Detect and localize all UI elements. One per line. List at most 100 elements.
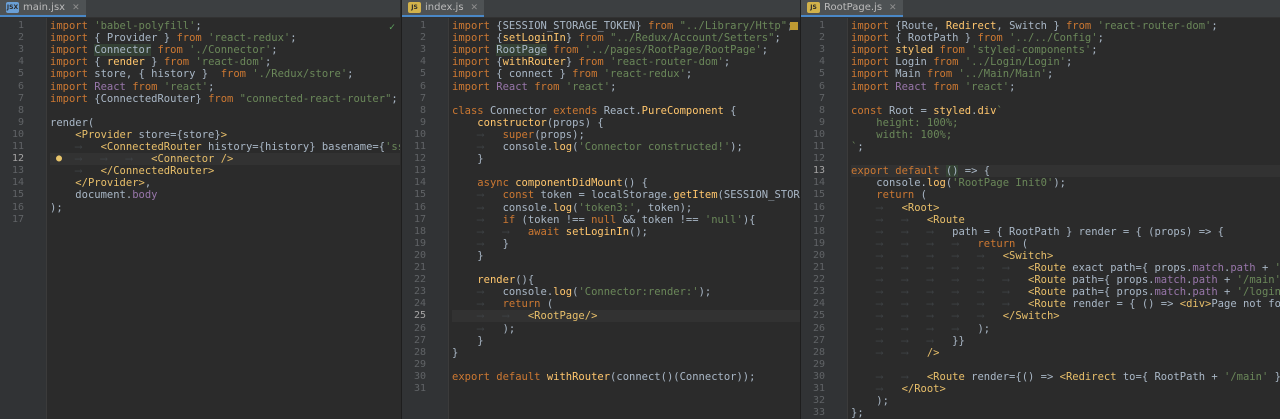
tab-main-jsx[interactable]: JSX main.jsx ✕ xyxy=(0,0,86,17)
code-line[interactable]: import React from 'react'; xyxy=(851,81,1015,93)
code-line[interactable]: document.body xyxy=(50,189,157,201)
code-line[interactable]: import store, { history } from './Redux/… xyxy=(50,68,353,80)
code-token: const xyxy=(851,104,889,117)
editor-pane-main-jsx[interactable]: JSX main.jsx ✕ 1 2 3 4 5 6 7 8 9 10 11 12 13 14 15 16 17… xyxy=(0,0,400,419)
code-line[interactable]: ⟶ ⟶ ⟶ ⟶ ⟶ ⟶ <Route exact path={ props.ma… xyxy=(851,262,1280,274)
code-line[interactable]: } xyxy=(452,153,483,165)
code-line[interactable]: ⟶ return ( xyxy=(452,298,553,310)
code-line[interactable]: ⟶ super(props); xyxy=(452,129,584,141)
code-line[interactable]: import Main from '../Main/Main'; xyxy=(851,68,1053,80)
code-line[interactable]: `; xyxy=(851,141,864,153)
line-number: 28 xyxy=(812,346,825,358)
code-line[interactable]: import { connect } from 'react-redux'; xyxy=(452,68,692,80)
code-line[interactable]: import 'babel-polyfill'; xyxy=(50,20,202,32)
code-line[interactable]: import React from 'react'; xyxy=(50,81,214,93)
code-line[interactable]: ⟶ ⟶ ⟶ ⟶ return ( xyxy=(851,238,1028,250)
code-line[interactable]: import Connector from './Connector'; xyxy=(50,44,278,57)
code-area[interactable]: import 'babel-polyfill'; import { Provide… xyxy=(50,18,400,419)
code-line[interactable]: ⟶ ⟶ /> xyxy=(851,347,939,359)
code-line[interactable]: class Connector extends React.PureCompon… xyxy=(452,105,737,117)
code-line[interactable]: } xyxy=(452,335,483,347)
code-line[interactable]: import { render } from 'react-dom'; xyxy=(50,56,271,68)
code-line[interactable]: ⟶ ⟶ ⟶ path = { RootPath } render = { (pr… xyxy=(851,226,1224,238)
code-line[interactable]: ⟶ ⟶ ⟶ }} xyxy=(851,335,965,347)
code-line[interactable]: import {setLoginIn} from "../Redux/Accou… xyxy=(452,32,781,44)
code-area[interactable]: import {SESSION_STORAGE_TOKEN} from "../… xyxy=(452,18,800,419)
code-token: ⟶ ⟶ ⟶ xyxy=(851,334,953,347)
code-line[interactable]: ⟶ </Root> xyxy=(851,383,946,395)
code-line[interactable]: ⟶ const token = localStorage.getItem(SES… xyxy=(452,189,800,201)
warning-marker-icon xyxy=(790,22,798,30)
code-line[interactable]: ); xyxy=(50,202,63,214)
code-line[interactable]: return ( xyxy=(851,189,927,201)
tab-rootpage-js[interactable]: JS RootPage.js ✕ xyxy=(801,0,903,17)
code-line[interactable]: ⟶ ⟶ ⟶ ⟶ ⟶ ⟶ <Route path={ props.match.pa… xyxy=(851,274,1280,286)
code-token: '/login' xyxy=(1236,286,1280,299)
editor-pane-index-js[interactable]: JS index.js ✕ 1 2 3 4 5 6 7 8 9 10 11 12 13 14 15 16 17 1… xyxy=(401,0,800,419)
code-line[interactable]: import React from 'react'; xyxy=(452,81,616,93)
line-number: 1 xyxy=(818,20,825,31)
code-line[interactable]: ⟶ ⟶ <Route xyxy=(851,214,965,226)
code-line[interactable]: export default () => { xyxy=(851,165,990,178)
code-line[interactable]: width: 100%; xyxy=(851,129,952,141)
code-line[interactable]: import {ConnectedRouter} from "connected… xyxy=(50,93,398,105)
code-line[interactable]: ⟶ ⟶ ⟶ ⟶ ⟶ ⟶ <Route path={ props.match.pa… xyxy=(851,286,1280,298)
code-token: { connect } xyxy=(496,68,573,81)
code-line[interactable]: import {withRouter} from 'react-router-d… xyxy=(452,56,730,68)
code-token: match xyxy=(1192,262,1224,274)
code-line[interactable]: render( xyxy=(50,117,94,129)
code-line[interactable]: async componentDidMount() { xyxy=(452,177,648,189)
tab-index-js[interactable]: JS index.js ✕ xyxy=(402,0,485,17)
code-line[interactable]: ⟶ ); xyxy=(452,323,515,335)
code-token: ⟶ xyxy=(452,237,503,250)
code-line[interactable]: } xyxy=(452,250,483,262)
code-line[interactable]: console.log('RootPage Init0'); xyxy=(851,177,1066,189)
editor-pane-rootpage-js[interactable]: JS RootPage.js ✕ 1 2 3 4 5 6 7 8 9 10 11 12 13 14 15 16… xyxy=(800,0,1280,419)
code-line[interactable]: ⟶ ⟶ ⟶ ⟶ ); xyxy=(851,323,990,335)
code-line[interactable]: render(){ xyxy=(452,274,534,286)
code-area[interactable]: import {Route, Redirect, Switch } from '… xyxy=(851,18,1280,419)
code-line[interactable]: ⟶ ⟶ ⟶ ⟶ ⟶ </Switch> xyxy=(851,310,1059,322)
line-number: 3 xyxy=(17,44,24,56)
code-token: > xyxy=(220,128,228,141)
code-line[interactable]: import { RootPath } from '../../Config'; xyxy=(851,32,1104,44)
code-line[interactable]: ⟶ <ConnectedRouter history={history} bas… xyxy=(50,141,400,153)
code-line[interactable]: <Provider store={store}> xyxy=(50,129,227,141)
code-token: import xyxy=(50,32,95,45)
code-line[interactable]: import {Route, Redirect, Switch } from '… xyxy=(851,20,1218,32)
code-line[interactable]: ⟶ console.log('token3:', token); xyxy=(452,202,692,214)
code-line[interactable]: import {SESSION_STORAGE_TOKEN} from "../… xyxy=(452,20,793,32)
code-line[interactable]: const Root = styled.div` xyxy=(851,105,1003,117)
close-icon[interactable]: ✕ xyxy=(889,3,897,13)
code-line[interactable]: export default withRouter(connect()(Conn… xyxy=(452,371,755,383)
code-line[interactable]: ⟶ <Root> xyxy=(851,202,939,214)
code-token: import xyxy=(50,68,95,81)
code-line[interactable]: import { Provider } from 'react-redux'; xyxy=(50,32,297,44)
code-line[interactable]: ⟶ console.log('Connector:render:'); xyxy=(452,286,711,298)
lightbulb-icon[interactable]: ● xyxy=(56,153,66,164)
code-line[interactable]: ); xyxy=(851,395,889,407)
code-line[interactable]: ⟶ </ConnectedRouter> xyxy=(50,165,214,177)
code-line[interactable]: </Provider>, xyxy=(50,177,151,189)
close-icon[interactable]: ✕ xyxy=(72,3,80,13)
code-line[interactable]: ⟶ console.log('Connector constructed!'); xyxy=(452,141,743,153)
code-token: "connected-react-router" xyxy=(239,92,392,105)
code-line[interactable]: ⟶ ⟶ ⟶ ⟶ ⟶ <Switch> xyxy=(851,250,1053,262)
code-line[interactable]: }; xyxy=(851,407,864,419)
code-line[interactable]: import RootPage from '../pages/RootPage/… xyxy=(452,44,768,57)
code-line[interactable]: ⟶ if (token !== null && token !== 'null'… xyxy=(452,214,755,226)
close-icon[interactable]: ✕ xyxy=(471,3,479,13)
code-line[interactable]: ⟶ ⟶ ⟶ ⟶ ⟶ ⟶ <Route render = { () => <div… xyxy=(851,298,1280,310)
code-line[interactable]: ⟶ ⟶ <Route render={() => <Redirect to={ … xyxy=(851,371,1280,383)
code-line[interactable]: import Login from '../Login/Login'; xyxy=(851,56,1072,68)
code-token: ⟶ ⟶ ⟶ ⟶ xyxy=(851,322,978,335)
code-line[interactable]: ⟶ ⟶ ⟶ <Connector /> xyxy=(50,153,233,165)
code-line[interactable]: ⟶ ⟶ await setLoginIn(); xyxy=(452,226,648,238)
code-line[interactable]: } xyxy=(452,347,458,359)
code-line[interactable]: constructor(props) { xyxy=(452,117,603,129)
code-line[interactable]: import styled from 'styled-components'; xyxy=(851,44,1098,56)
code-line[interactable]: ⟶ } xyxy=(452,238,509,250)
code-token: null xyxy=(591,213,623,226)
code-line[interactable]: ⟶ ⟶ <RootPage/> xyxy=(452,310,597,322)
code-line[interactable]: height: 100%; xyxy=(851,117,958,129)
